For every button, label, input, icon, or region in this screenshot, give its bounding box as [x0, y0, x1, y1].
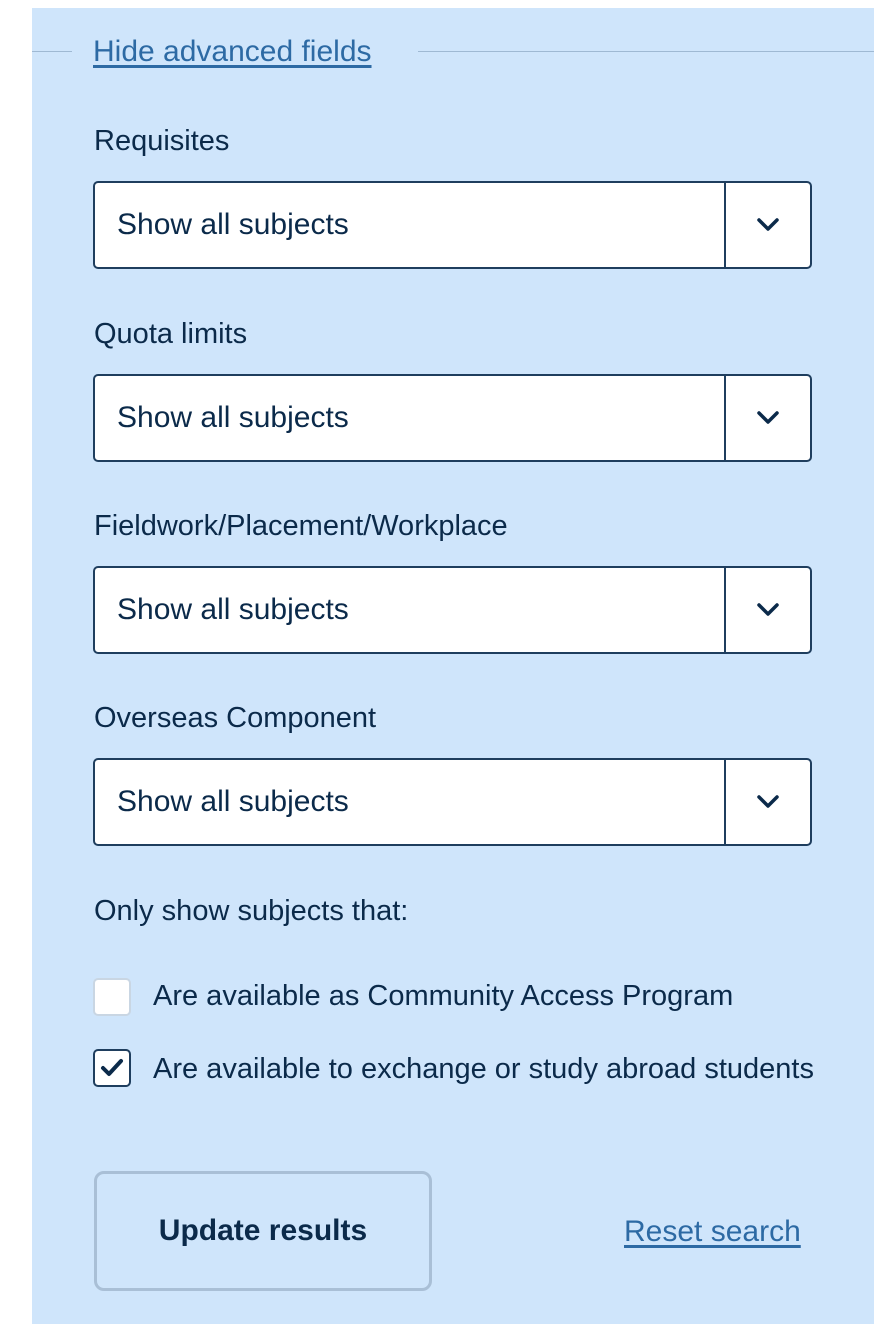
only-show-heading: Only show subjects that: [94, 895, 409, 927]
community-access-checkbox[interactable] [93, 978, 131, 1016]
quota-limits-label: Quota limits [94, 318, 248, 350]
reset-search-link[interactable]: Reset search [624, 1214, 801, 1250]
requisites-select-value: Show all subjects [117, 208, 349, 241]
overseas-component-label: Overseas Component [94, 702, 377, 734]
quota-limits-select[interactable]: Show all subjects [93, 374, 812, 462]
requisites-label: Requisites [94, 125, 230, 157]
advanced-divider-right [418, 51, 874, 52]
fieldwork-select[interactable]: Show all subjects [93, 566, 812, 654]
update-results-button[interactable]: Update results [94, 1171, 432, 1291]
quota-limits-select-value: Show all subjects [117, 401, 349, 434]
overseas-component-select[interactable]: Show all subjects [93, 758, 812, 846]
advanced-divider-left [32, 51, 72, 52]
requisites-select[interactable]: Show all subjects [93, 181, 812, 269]
fieldwork-label: Fieldwork/Placement/Workplace [94, 510, 508, 542]
chevron-down-icon[interactable] [726, 760, 810, 844]
chevron-down-icon[interactable] [726, 568, 810, 652]
fieldwork-select-value: Show all subjects [117, 593, 349, 626]
exchange-study-abroad-label[interactable]: Are available to exchange or study abroa… [153, 1048, 833, 1090]
overseas-component-select-value: Show all subjects [117, 785, 349, 818]
hide-advanced-fields-link[interactable]: Hide advanced fields [93, 34, 372, 70]
chevron-down-icon[interactable] [726, 376, 810, 460]
chevron-down-icon[interactable] [726, 183, 810, 267]
checkmark-icon [101, 1059, 123, 1076]
exchange-study-abroad-checkbox[interactable] [93, 1049, 131, 1087]
community-access-label[interactable]: Are available as Community Access Progra… [153, 975, 833, 1017]
